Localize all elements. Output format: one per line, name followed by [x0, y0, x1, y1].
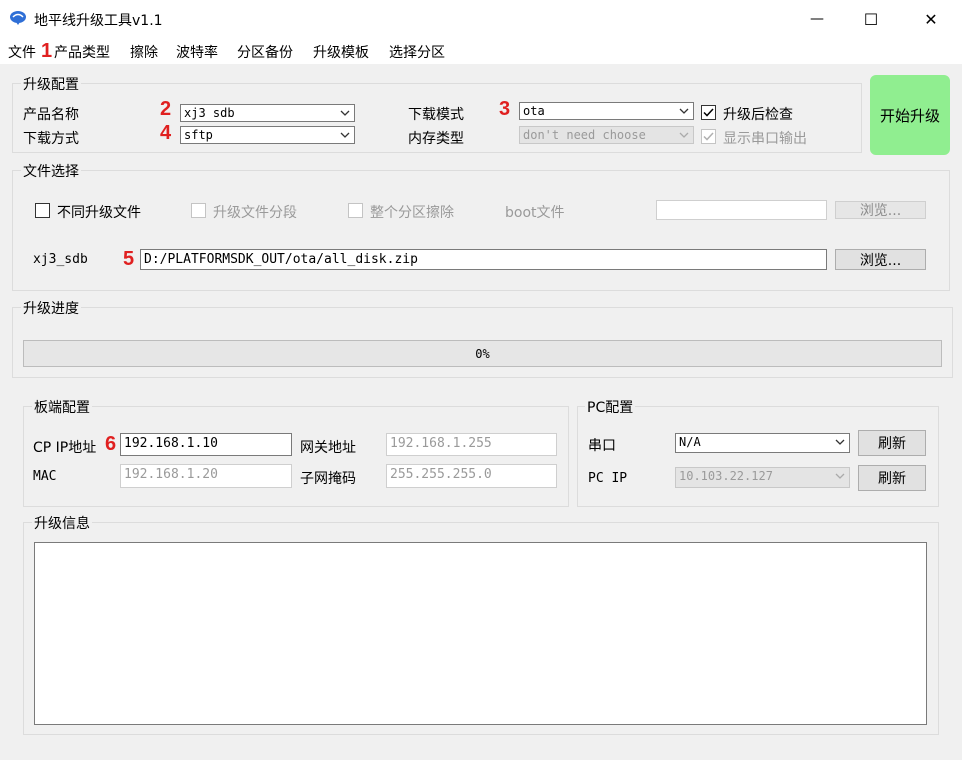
menu-erase[interactable]: 擦除 — [130, 42, 158, 62]
file-select-title: 文件选择 — [21, 161, 81, 181]
annotation-3: 3 — [499, 98, 511, 120]
gateway-input[interactable]: 192.168.1.255 — [386, 433, 557, 456]
upgrade-config-title: 升级配置 — [21, 74, 81, 94]
minimize-button[interactable]: — — [794, 0, 840, 38]
checkmark-icon — [703, 108, 714, 117]
pc-ip-value: 10.103.22.127 — [679, 469, 773, 483]
download-method-select[interactable]: sftp — [180, 126, 355, 144]
memory-type-value: don't need choose — [523, 128, 646, 142]
annotation-1: 1 — [41, 40, 53, 62]
chevron-down-icon — [340, 132, 350, 138]
start-upgrade-button[interactable]: 开始升级 — [870, 75, 950, 155]
erase-partition-checkbox[interactable] — [348, 203, 363, 218]
boot-file-input[interactable] — [656, 200, 827, 220]
close-button[interactable]: ✕ — [908, 0, 954, 38]
refresh-serial-button[interactable]: 刷新 — [858, 430, 926, 456]
file-select-group — [12, 170, 950, 291]
progress-text: 0% — [475, 346, 490, 361]
check-after-upgrade-label: 升级后检查 — [723, 107, 793, 123]
mac-input[interactable]: 192.168.1.20 — [120, 464, 292, 488]
pc-ip-label: PC IP — [588, 471, 628, 486]
check-after-upgrade-checkbox[interactable] — [701, 105, 716, 120]
pc-config-group — [577, 406, 939, 507]
chevron-down-icon — [835, 473, 845, 479]
refresh-pc-ip-button[interactable]: 刷新 — [858, 465, 926, 491]
board-config-group — [23, 406, 569, 507]
boot-file-label: boot文件 — [505, 205, 565, 221]
product-name-value: xj3 sdb — [184, 106, 235, 120]
download-method-label: 下载方式 — [23, 131, 79, 147]
menu-partition-backup[interactable]: 分区备份 — [237, 42, 293, 62]
download-mode-select[interactable]: ota — [519, 102, 694, 120]
erase-partition-label: 整个分区擦除 — [370, 205, 454, 221]
serial-value: N/A — [679, 435, 701, 449]
menu-file[interactable]: 文件 — [8, 42, 36, 62]
annotation-6: 6 — [105, 433, 117, 455]
pc-config-title: PC配置 — [585, 397, 636, 417]
diff-upgrade-checkbox[interactable] — [35, 203, 50, 218]
diff-upgrade-label: 不同升级文件 — [57, 205, 141, 221]
subnet-input[interactable]: 255.255.255.0 — [386, 464, 557, 488]
chevron-down-icon — [835, 439, 845, 445]
annotation-5: 5 — [123, 248, 135, 270]
upgrade-info-title: 升级信息 — [32, 513, 92, 533]
gateway-label: 网关地址 — [300, 440, 356, 456]
menu-upgrade-template[interactable]: 升级模板 — [313, 42, 369, 62]
chevron-down-icon — [679, 108, 689, 114]
file-path-input[interactable]: D:/PLATFORMSDK_OUT/ota/all_disk.zip — [140, 249, 827, 270]
memory-type-label: 内存类型 — [408, 131, 464, 147]
cp-ip-input[interactable]: 192.168.1.10 — [120, 433, 292, 456]
download-method-value: sftp — [184, 128, 213, 142]
download-mode-label: 下载模式 — [408, 107, 464, 123]
cp-ip-label: CP IP地址 — [33, 440, 97, 456]
show-serial-output-label: 显示串口输出 — [723, 131, 807, 147]
subnet-label: 子网掩码 — [300, 471, 356, 487]
product-name-label: 产品名称 — [23, 107, 79, 123]
memory-type-select[interactable]: don't need choose — [519, 126, 694, 144]
upgrade-progress-bar: 0% — [23, 340, 942, 367]
window-title: 地平线升级工具v1.1 — [34, 13, 163, 29]
checkmark-icon — [703, 132, 714, 141]
menu-product-type[interactable]: 产品类型 — [54, 42, 110, 62]
maximize-icon: ☐ — [863, 9, 879, 29]
close-icon: ✕ — [924, 9, 938, 29]
boot-browse-button[interactable]: 浏览... — [835, 201, 926, 219]
app-icon — [10, 11, 26, 25]
annotation-2: 2 — [160, 98, 172, 120]
serial-label: 串口 — [588, 438, 616, 454]
segment-label: 升级文件分段 — [213, 205, 297, 221]
mac-label: MAC — [33, 469, 57, 484]
product-name-select[interactable]: xj3 sdb — [180, 104, 355, 122]
menu-baud-rate[interactable]: 波特率 — [176, 42, 218, 62]
serial-select[interactable]: N/A — [675, 433, 850, 453]
maximize-button[interactable]: ☐ — [848, 0, 894, 38]
download-mode-value: ota — [523, 104, 545, 118]
pc-ip-select[interactable]: 10.103.22.127 — [675, 467, 850, 488]
upgrade-log-textarea[interactable] — [34, 542, 927, 725]
segment-checkbox[interactable] — [191, 203, 206, 218]
board-config-title: 板端配置 — [32, 397, 92, 417]
chevron-down-icon — [340, 110, 350, 116]
file-label: xj3_sdb — [33, 252, 88, 267]
progress-title: 升级进度 — [21, 298, 81, 318]
menu-select-partition[interactable]: 选择分区 — [389, 42, 445, 62]
file-browse-button[interactable]: 浏览... — [835, 249, 926, 270]
show-serial-output-checkbox[interactable] — [701, 129, 716, 144]
annotation-4: 4 — [160, 122, 172, 144]
minimize-icon: — — [810, 11, 824, 27]
chevron-down-icon — [679, 132, 689, 138]
